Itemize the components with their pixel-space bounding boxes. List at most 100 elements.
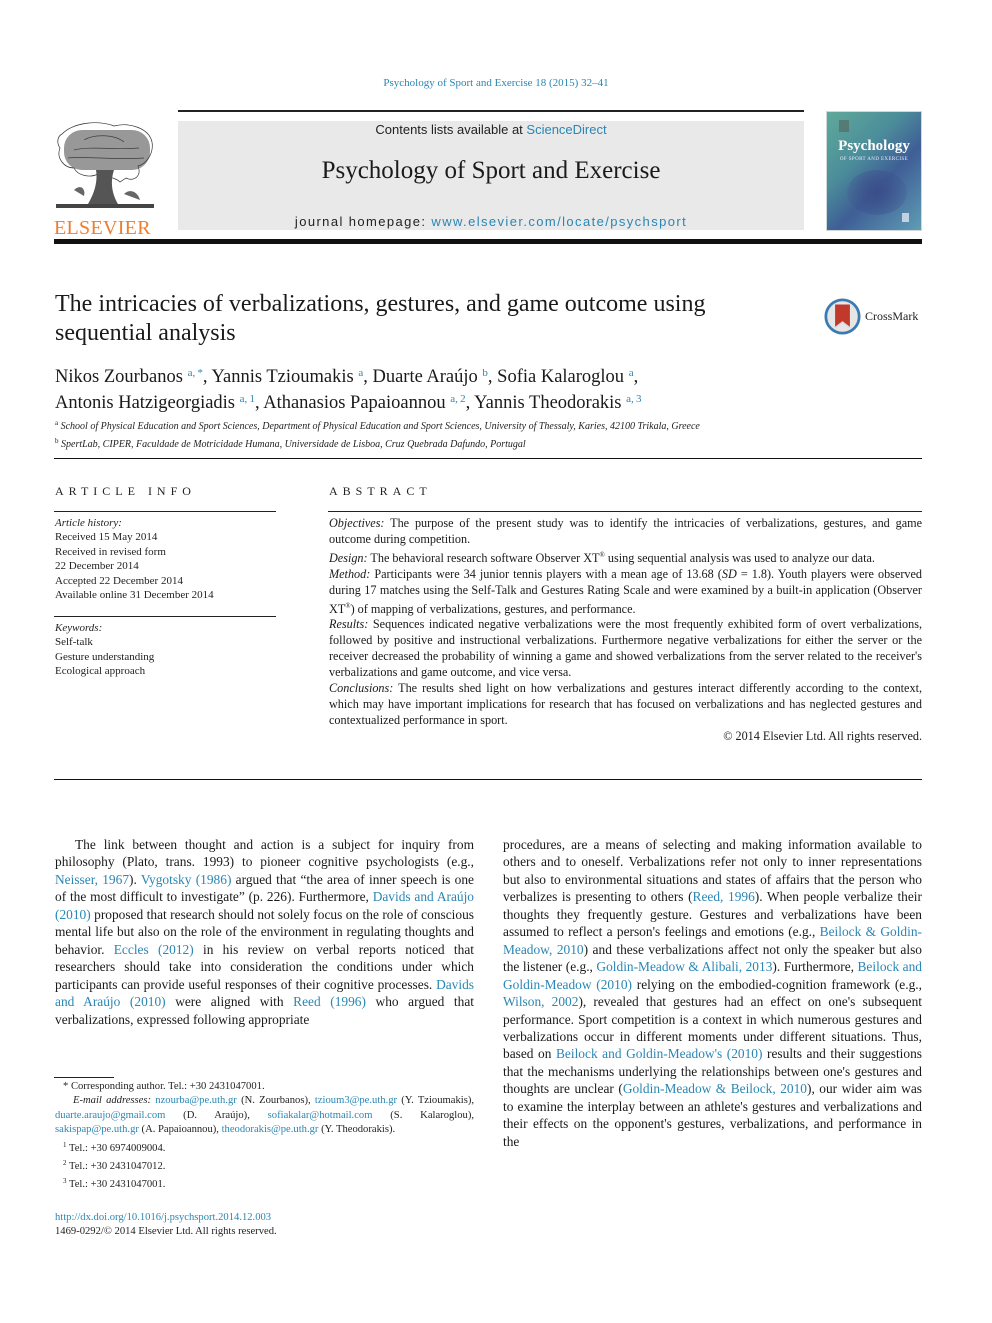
email-link[interactable]: duarte.araujo@gmail.com [55,1110,165,1121]
email-link[interactable]: sakispap@pe.uth.gr [55,1124,139,1135]
history-label: Article history: [55,517,122,529]
body-text: ). [129,871,141,887]
header-divider [54,239,922,244]
author[interactable]: Duarte Araújo b, [372,367,497,387]
email-link[interactable]: sofiakalar@hotmail.com [268,1110,373,1121]
abstract-results: Results: Sequences indicated negative ve… [329,617,922,680]
keywords: Keywords: Self-talk Gesture understandin… [55,621,277,679]
abstract-body: Objectives: The purpose of the present s… [329,516,922,745]
history-item: 22 December 2014 [55,560,139,573]
divider [328,511,922,512]
journal-citation[interactable]: Psychology of Sport and Exercise 18 (201… [0,77,992,89]
history-item: Received 15 May 2014 [55,531,158,544]
contents-prefix: Contents lists available at [375,122,527,137]
footnotes: * Corresponding author. Tel.: +30 243104… [55,1080,474,1193]
cover-elsevier-icon [902,213,909,222]
contents-line: Contents lists available at ScienceDirec… [178,122,804,137]
citation-link[interactable]: Reed (1996) [293,994,366,1009]
author[interactable]: Athanasios Papaioannou a, 2, [263,393,474,413]
body-text: were aligned with [165,994,294,1010]
tel-note: 2 Tel.: +30 2431047012. [63,1159,166,1173]
abstract-heading: ABSTRACT [329,484,432,498]
corresponding-author-note: * Corresponding author. Tel.: +30 243104… [63,1081,265,1092]
affiliation: a School of Physical Education and Sport… [55,419,700,432]
email-owner: (Y. Tzioumakis), [397,1095,475,1107]
author-affiliation-mark[interactable]: a, 3 [626,393,641,405]
journal-cover-image[interactable]: Psychology OF SPORT AND EXERCISE [826,111,922,231]
email-owner: (D. Araújo), [165,1109,268,1121]
abstract-design: Design: The behavioral research software… [329,550,875,565]
divider [54,779,922,780]
cover-publisher-icon [839,120,849,132]
divider [54,511,276,512]
citation-link[interactable]: Beilock and Goldin-Meadow's (2010) [556,1046,762,1061]
homepage-line: journal homepage: www.elsevier.com/locat… [178,214,804,229]
email-link[interactable]: tzioum3@pe.uth.gr [315,1095,397,1106]
header-rule [178,110,804,112]
divider [54,616,276,617]
body-text: ). Furthermore, [772,959,858,975]
citation-link[interactable]: Reed, 1996 [693,889,755,904]
history-item: Accepted 22 December 2014 [55,574,183,587]
author-list: Nikos Zourbanos a, *, Yannis Tzioumakis … [55,362,915,414]
cover-subtitle: OF SPORT AND EXERCISE [839,157,909,162]
journal-banner: Contents lists available at ScienceDirec… [178,121,804,230]
citation-link[interactable]: Goldin-Meadow & Alibali, 2013 [596,959,772,974]
citation-link[interactable]: Neisser, 1967 [55,872,129,887]
author[interactable]: Yannis Theodorakis a, 3 [474,393,641,413]
abstract-copyright: © 2014 Elsevier Ltd. All rights reserved… [723,728,922,743]
divider [54,458,922,459]
elsevier-logo[interactable]: ELSEVIER [54,120,156,238]
cover-artwork [847,170,907,215]
elsevier-wordmark: ELSEVIER [54,217,151,239]
elsevier-tree-icon [56,122,154,208]
journal-homepage-link[interactable]: www.elsevier.com/locate/psychsport [431,214,687,229]
abstract-conclusions: Conclusions: The results shed light on h… [329,681,922,727]
footnote-rule [54,1077,114,1078]
body-column-left: The link between thought and action is a… [55,836,474,1028]
article-info-heading: ARTICLE INFO [55,484,196,498]
email-note: E-mail addresses: nzourba@pe.uth.gr (N. … [55,1095,475,1136]
author-affiliation-mark[interactable]: a, * [188,367,203,379]
citation-link[interactable]: Vygotsky (1986) [141,872,232,887]
cover-title: Psychology [838,138,910,154]
history-item: Received in revised form [55,545,166,558]
keyword: Self-talk [55,636,93,649]
citation-link[interactable]: Wilson, 2002 [503,994,578,1009]
history-item: Available online 31 December 2014 [55,589,214,602]
email-owner: (Y. Theodorakis). [318,1124,396,1136]
email-owner: (A. Papaioannou), [138,1124,222,1136]
article-title: The intricacies of verbalizations, gestu… [55,291,706,346]
crossmark-icon [824,297,861,335]
tel-note: 3 Tel.: +30 2431047001. [63,1177,166,1191]
crossmark-button[interactable]: CrossMark [824,296,924,336]
article-history: Article history: Received 15 May 2014 Re… [55,516,277,602]
keyword: Gesture understanding [55,650,155,663]
crossmark-label: CrossMark [865,308,919,323]
citation-link[interactable]: Eccles (2012) [114,942,194,957]
email-owner: (S. Kalaroglou), [372,1109,475,1121]
sciencedirect-link[interactable]: ScienceDirect [526,122,606,137]
author-affiliation-mark[interactable]: a, 1 [240,393,255,405]
journal-title: Psychology of Sport and Exercise [321,157,661,184]
homepage-prefix: journal homepage: [294,214,432,229]
body-column-right: procedures, are a means of selecting and… [503,836,922,1150]
abstract-method: Method: Participants were 34 junior tenn… [329,566,922,616]
author[interactable]: Nikos Zourbanos a, *, [55,367,212,387]
body-text: relying on the embodied-cognition framew… [631,976,922,992]
affiliation: b SpertLab, CIPER, Faculdade de Motricid… [55,437,526,450]
email-link[interactable]: theodorakis@pe.uth.gr [222,1124,319,1135]
body-text: The link between thought and action is a… [55,837,474,870]
keywords-label: Keywords: [55,622,103,634]
author[interactable]: Yannis Tzioumakis a, [212,367,373,387]
doi-link[interactable]: http://dx.doi.org/10.1016/j.psychsport.2… [55,1212,271,1223]
citation-link[interactable]: Goldin-Meadow & Beilock, 2010 [623,1081,807,1096]
affiliations: a School of Physical Education and Sport… [55,416,915,452]
author[interactable]: Antonis Hatzigeorgiadis a, 1, [55,393,263,413]
author[interactable]: Sofia Kalaroglou a, [497,367,638,387]
email-link[interactable]: nzourba@pe.uth.gr [155,1095,237,1106]
doi-block: http://dx.doi.org/10.1016/j.psychsport.2… [55,1211,474,1240]
email-owner: (N. Zourbanos), [236,1095,315,1107]
author-affiliation-mark[interactable]: a, 2 [450,393,465,405]
keyword: Ecological approach [55,665,146,678]
